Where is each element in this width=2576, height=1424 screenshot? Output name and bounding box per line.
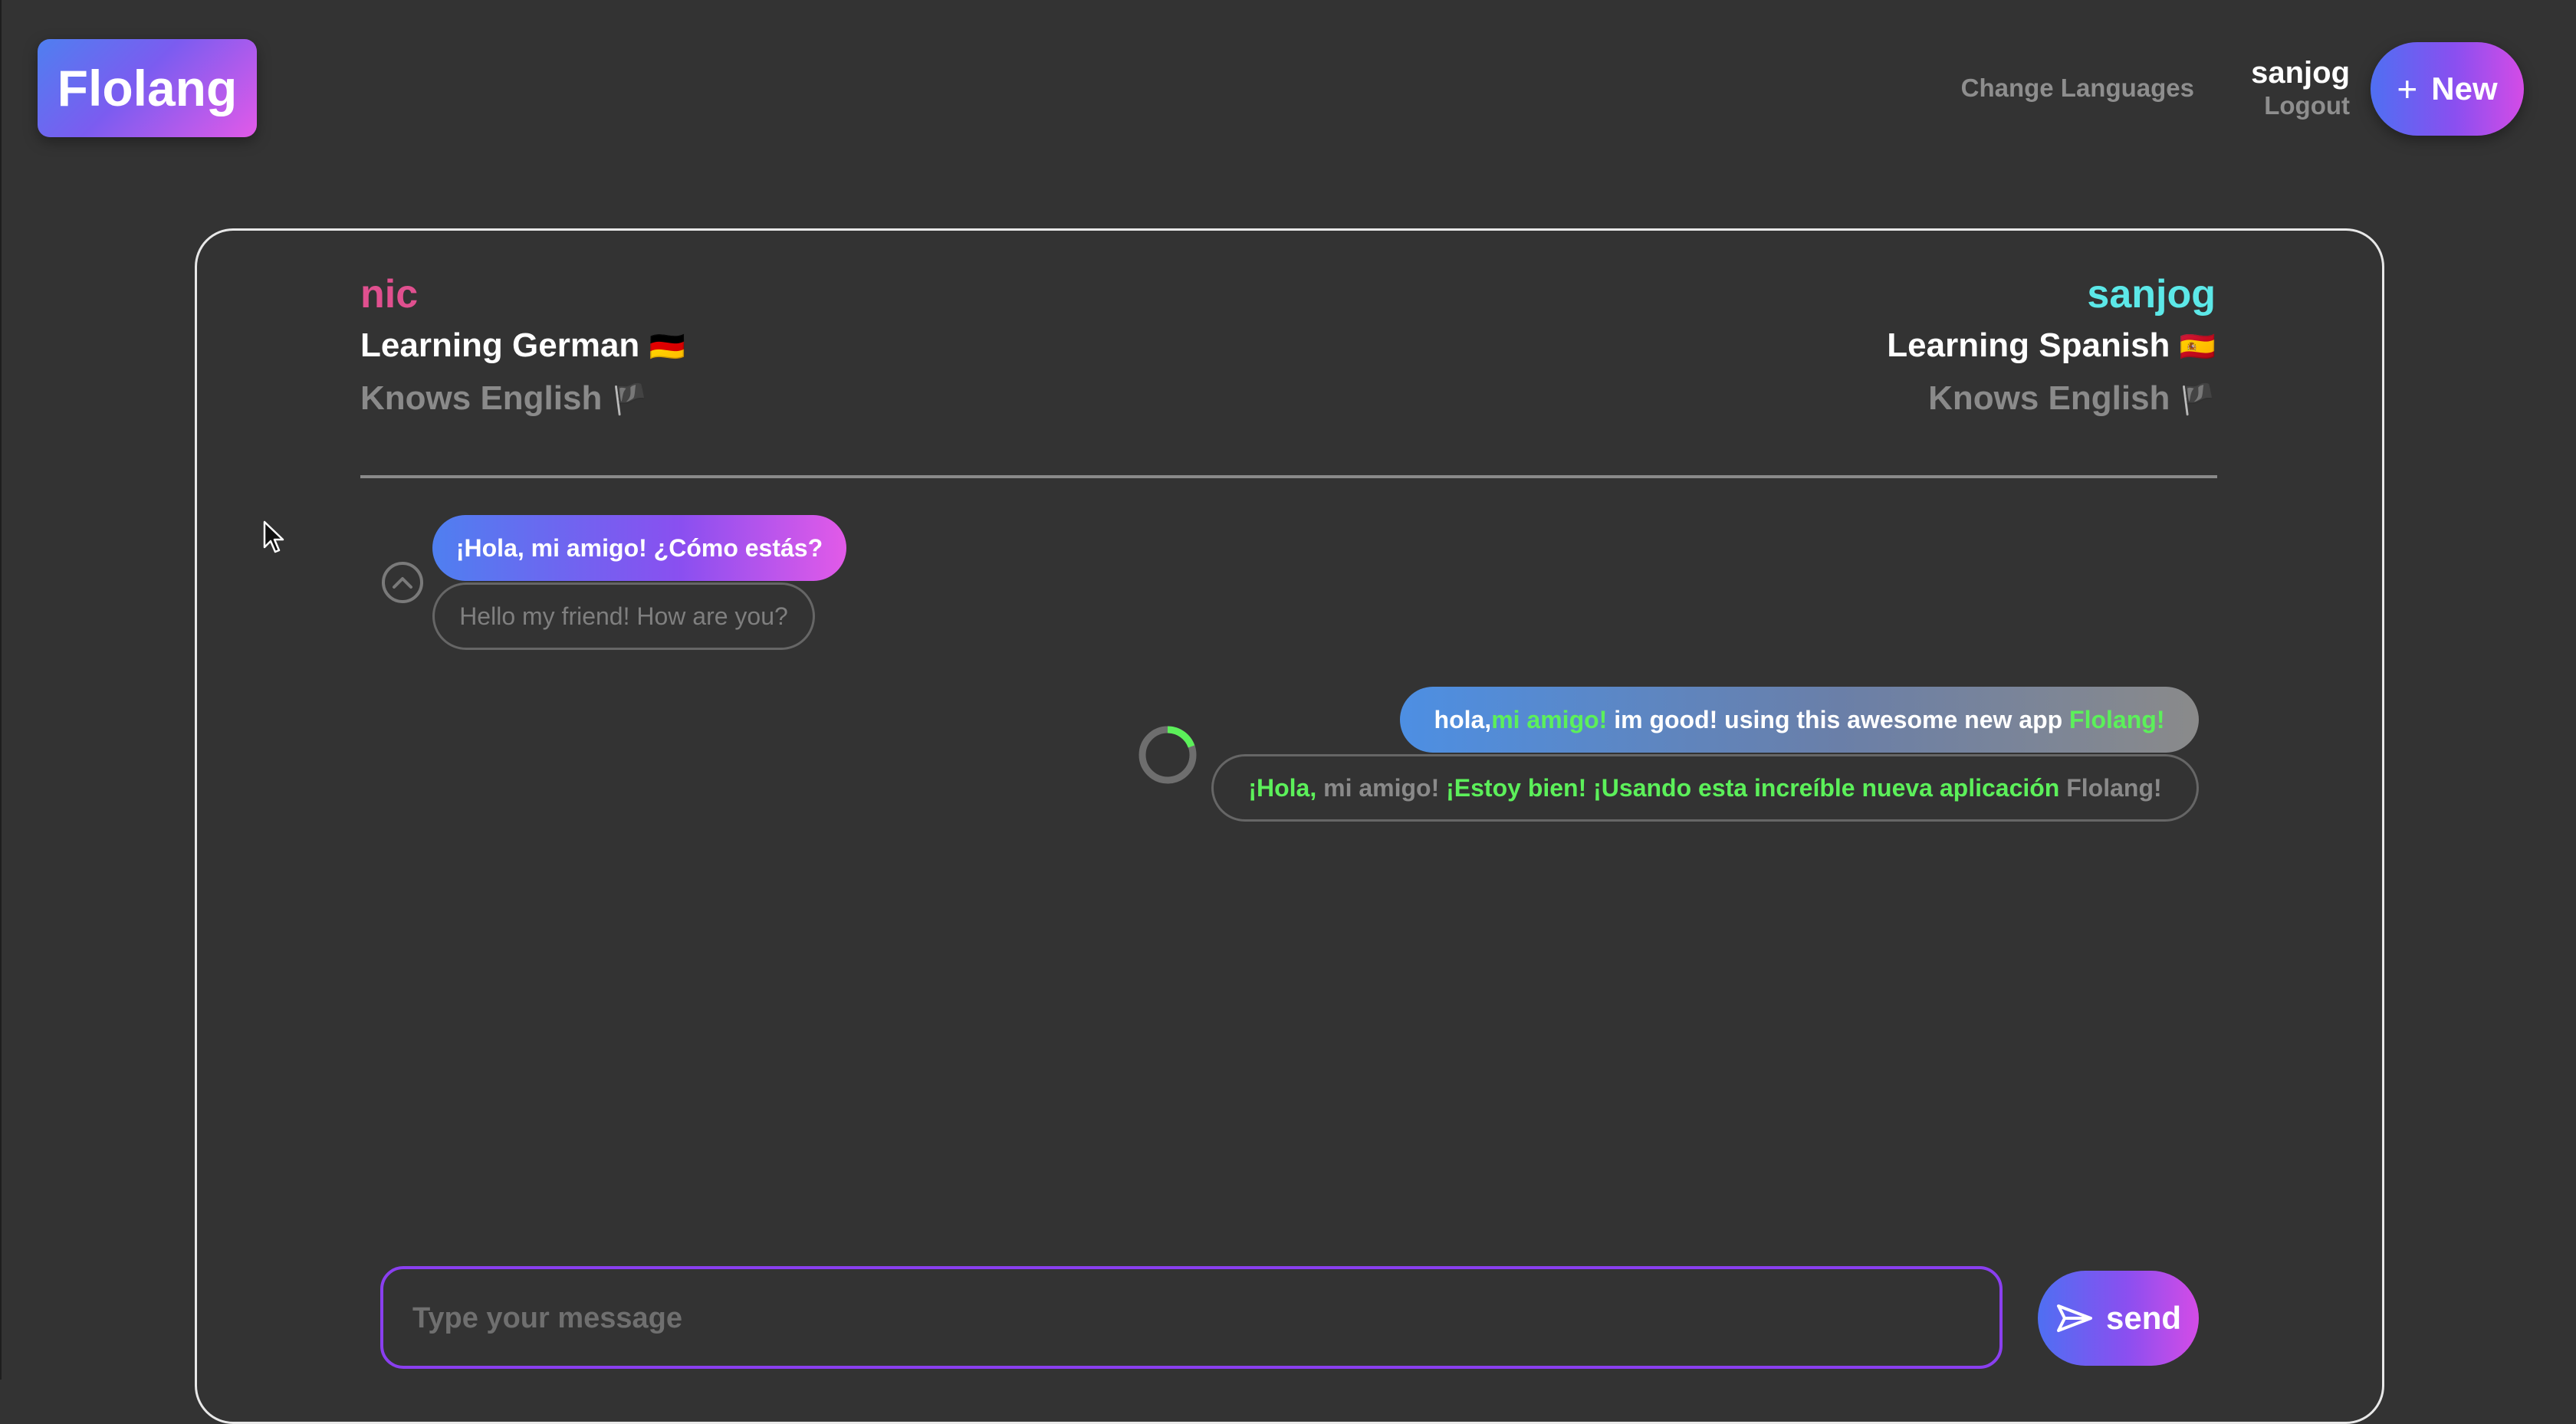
translation-part: mi amigo!: [1316, 773, 1447, 802]
user-known-language: Knows English 🏴: [1887, 372, 2216, 426]
user-knows-text: Knows English: [1928, 379, 2170, 417]
message-part-highlight: mi amigo!: [1491, 705, 1608, 733]
user-profile-name: sanjog: [2087, 272, 2216, 317]
england-flag-icon: 🏴: [611, 384, 648, 416]
message-bubble-original[interactable]: ¡Hola, mi amigo! ¿Cómo estás?: [432, 515, 846, 581]
partner-knows-text: Knows English: [360, 379, 603, 417]
logout-link[interactable]: Logout: [2251, 90, 2350, 121]
england-flag-icon: 🏴: [2179, 384, 2216, 416]
paper-plane-icon: [2056, 1304, 2092, 1332]
spain-flag-icon: 🇪🇸: [2179, 331, 2216, 363]
germany-flag-icon: 🇩🇪: [649, 331, 685, 363]
user-learning-language: Learning Spanish 🇪🇸: [1887, 320, 2216, 372]
app-logo[interactable]: Flolang: [38, 39, 257, 137]
partner-known-language: Knows English 🏴: [360, 372, 685, 426]
message-bubble-translation-own[interactable]: ¡Hola, mi amigo! ¡Estoy bien! ¡Usando es…: [1211, 754, 2199, 822]
message-bubble-translation[interactable]: Hello my friend! How are you?: [432, 582, 815, 650]
loading-spinner-icon: [1138, 726, 1197, 784]
message-part: im good! using this awesome new app: [1607, 705, 2070, 733]
message-bubble-original-own[interactable]: hola, mi amigo! im good! using this awes…: [1400, 687, 2199, 753]
partner-name: nic: [360, 272, 419, 317]
user-menu: sanjog Logout: [2251, 55, 2350, 121]
change-languages-link[interactable]: Change Languages: [1961, 74, 2194, 103]
message-composer: [380, 1266, 2003, 1369]
partner-profile: nic Learning German 🇩🇪 Knows English 🏴: [360, 268, 685, 426]
translation-part: Flolang!: [2059, 773, 2162, 802]
mouse-cursor-icon: [263, 520, 284, 553]
new-chat-button[interactable]: + New: [2371, 42, 2524, 136]
app-logo-text: Flolang: [57, 60, 238, 116]
message-part: hola,: [1434, 705, 1492, 733]
username-label: sanjog: [2251, 56, 2350, 90]
message-input[interactable]: [411, 1269, 1970, 1367]
app-window: Flolang Change Languages sanjog Logout +…: [0, 0, 2576, 1424]
send-button-label: send: [2105, 1300, 2182, 1336]
plus-icon: +: [2397, 69, 2418, 109]
new-button-label: New: [2431, 71, 2498, 107]
chevron-up-icon[interactable]: [382, 562, 423, 603]
send-button[interactable]: send: [2038, 1271, 2199, 1366]
translation-part-highlight: ¡Estoy bien! ¡Usando esta increíble nuev…: [1446, 773, 2060, 802]
message-part-highlight: Flolang!: [2069, 705, 2165, 733]
user-profile: sanjog Learning Spanish 🇪🇸 Knows English…: [1887, 268, 2216, 426]
profile-divider: [360, 475, 2217, 478]
partner-learning-language: Learning German 🇩🇪: [360, 320, 685, 372]
translation-part-highlight: ¡Hola,: [1248, 773, 1317, 802]
partner-learning-text: Learning German: [360, 326, 640, 364]
user-learning-text: Learning Spanish: [1887, 326, 2170, 364]
